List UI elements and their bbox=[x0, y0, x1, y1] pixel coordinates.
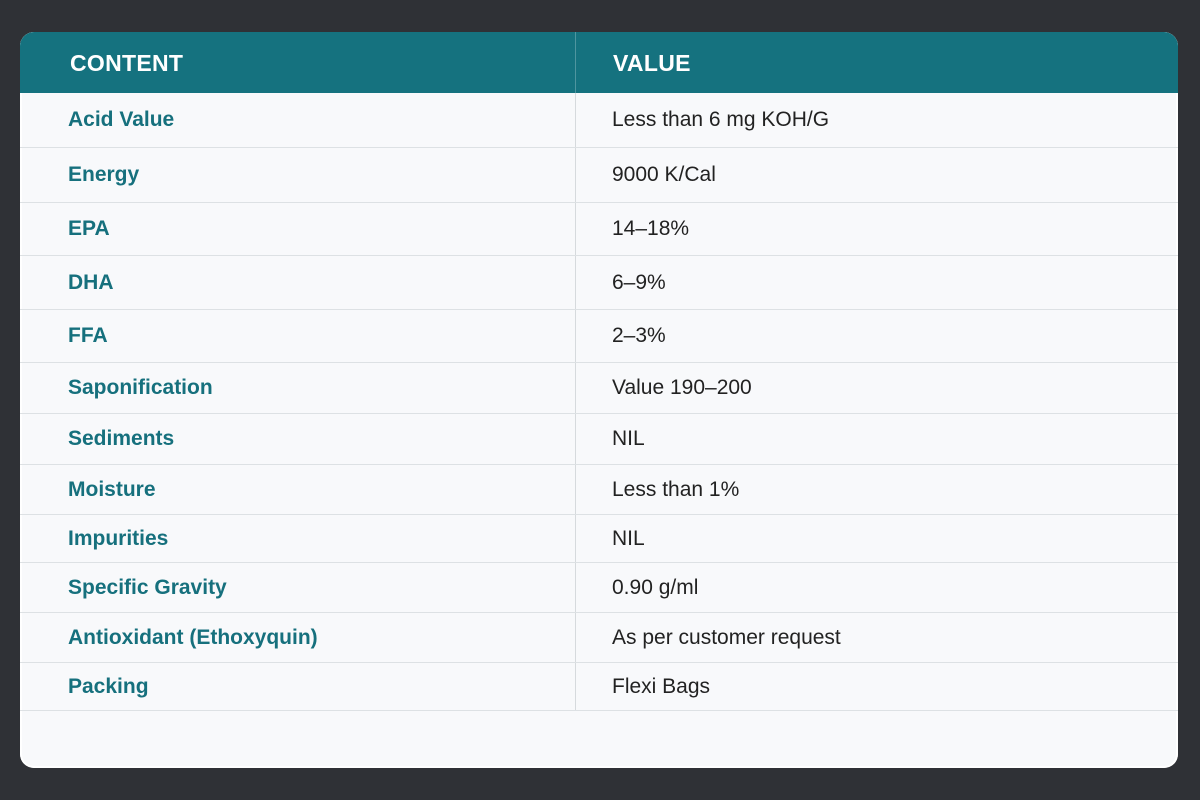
row-value: NIL bbox=[612, 427, 645, 450]
row-value: 6–9% bbox=[612, 270, 666, 294]
row-content: DHA bbox=[68, 270, 114, 294]
table-row: Specific Gravity 0.90 g/ml bbox=[20, 563, 1178, 613]
header-value: VALUE bbox=[613, 50, 691, 76]
row-value: 0.90 g/ml bbox=[612, 575, 699, 599]
column-divider bbox=[575, 310, 576, 362]
row-content: Energy bbox=[68, 163, 140, 186]
row-content: Sediments bbox=[68, 427, 175, 450]
table-row: EPA 14–18% bbox=[20, 203, 1178, 256]
spec-table-card: CONTENT VALUE Acid Value Less than 6 mg … bbox=[20, 32, 1178, 768]
column-divider bbox=[575, 363, 576, 413]
row-content: Moisture bbox=[68, 477, 156, 501]
table-row: Sediments NIL bbox=[20, 414, 1178, 465]
column-divider bbox=[575, 563, 576, 612]
header-content: CONTENT bbox=[70, 50, 184, 76]
table-row: Moisture Less than 1% bbox=[20, 465, 1178, 515]
column-divider bbox=[575, 663, 576, 710]
column-divider bbox=[575, 465, 576, 514]
row-value: 9000 K/Cal bbox=[612, 163, 716, 186]
table-row: DHA 6–9% bbox=[20, 256, 1178, 310]
column-divider bbox=[575, 93, 576, 147]
row-content: Specific Gravity bbox=[68, 575, 227, 599]
column-divider bbox=[575, 256, 576, 309]
column-divider bbox=[575, 203, 576, 255]
table-row: Impurities NIL bbox=[20, 515, 1178, 563]
table-row: Energy 9000 K/Cal bbox=[20, 148, 1178, 203]
row-value: 2–3% bbox=[612, 324, 666, 347]
table-row: Antioxidant (Ethoxyquin) As per customer… bbox=[20, 613, 1178, 663]
row-value: Less than 1% bbox=[612, 477, 740, 501]
row-content: FFA bbox=[68, 324, 108, 347]
row-content: Impurities bbox=[68, 526, 169, 550]
table-row: Saponification Value 190–200 bbox=[20, 363, 1178, 414]
row-content: Packing bbox=[68, 674, 149, 698]
row-value: Flexi Bags bbox=[612, 674, 711, 698]
row-content: Saponification bbox=[68, 376, 213, 399]
table-row: FFA 2–3% bbox=[20, 310, 1178, 363]
row-value: Less than 6 mg KOH/G bbox=[612, 108, 830, 131]
column-divider bbox=[575, 613, 576, 662]
row-value: 14–18% bbox=[612, 217, 690, 240]
table-row: Packing Flexi Bags bbox=[20, 663, 1178, 711]
row-value: As per customer request bbox=[612, 625, 841, 649]
table-body: Acid Value Less than 6 mg KOH/G Energy 9… bbox=[20, 93, 1178, 711]
column-divider bbox=[575, 515, 576, 562]
row-content: Acid Value bbox=[68, 108, 175, 131]
table-header: CONTENT VALUE bbox=[20, 32, 1178, 93]
column-divider bbox=[575, 414, 576, 464]
row-content: Antioxidant (Ethoxyquin) bbox=[68, 625, 318, 649]
header-divider bbox=[575, 32, 576, 93]
row-value: NIL bbox=[612, 526, 645, 550]
row-value: Value 190–200 bbox=[612, 376, 752, 399]
row-content: EPA bbox=[68, 217, 110, 240]
column-divider bbox=[575, 148, 576, 202]
table-row: Acid Value Less than 6 mg KOH/G bbox=[20, 93, 1178, 148]
